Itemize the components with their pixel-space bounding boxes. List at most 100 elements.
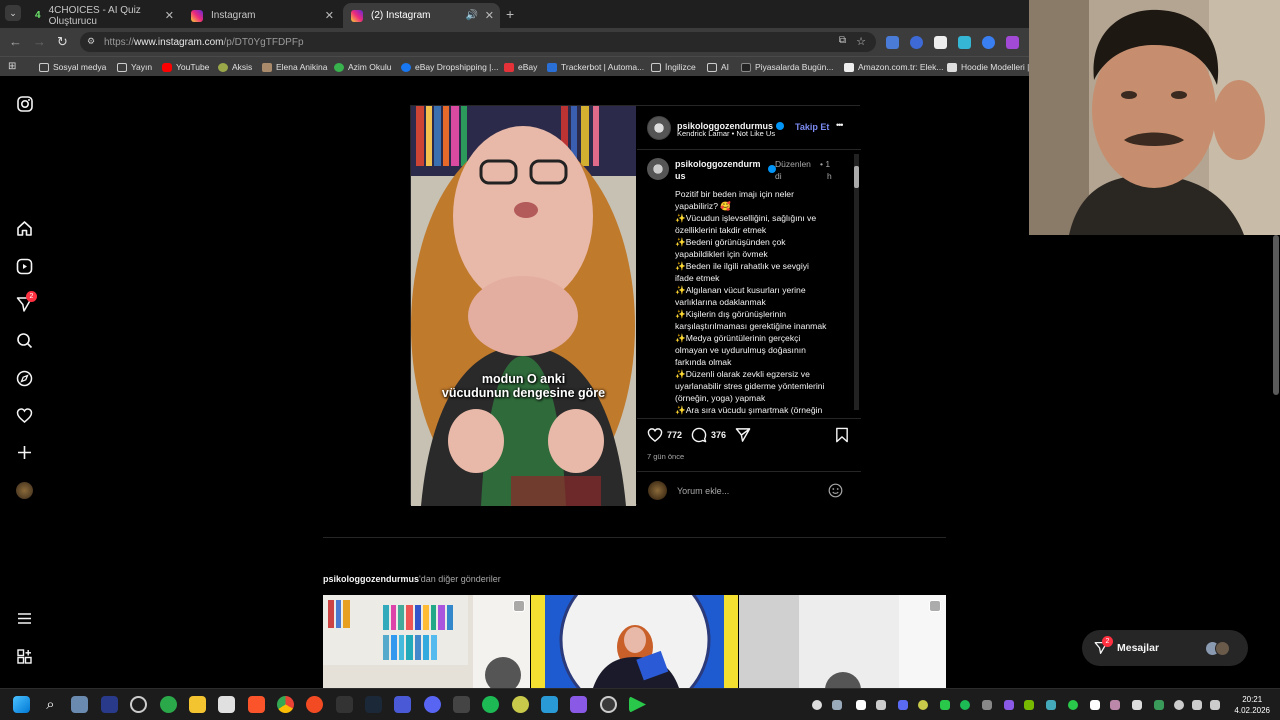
caption-avatar[interactable] xyxy=(647,158,669,180)
tab-instagram-active[interactable]: (2) Instagram 🔊 ✕ xyxy=(343,3,500,28)
bookmark-item[interactable]: İngilizce xyxy=(651,62,696,72)
like-count[interactable]: 772 xyxy=(667,430,682,440)
taskbar-app-icon[interactable] xyxy=(541,696,558,713)
instagram-logo-icon[interactable] xyxy=(16,96,33,113)
taskbar-clock[interactable]: 20:21 4.02.2026 xyxy=(1234,694,1270,716)
explore-icon[interactable] xyxy=(16,370,33,387)
microphone-icon[interactable] xyxy=(1174,700,1184,710)
search-icon[interactable]: ⌕ xyxy=(42,696,59,713)
bookmark-item[interactable]: AI xyxy=(707,62,729,72)
chrome-icon[interactable] xyxy=(277,696,294,713)
share-icon[interactable] xyxy=(735,427,751,448)
back-arrow-icon[interactable]: ← xyxy=(9,34,22,49)
reels-icon[interactable] xyxy=(16,258,33,275)
taskbar-app-icon[interactable] xyxy=(101,696,118,713)
follow-button[interactable]: Takip Et xyxy=(795,122,829,132)
bookmark-item[interactable]: Elena Anikina xyxy=(262,62,328,72)
more-post-thumbnail[interactable] xyxy=(531,595,738,688)
search-icon[interactable] xyxy=(16,332,33,349)
like-icon[interactable] xyxy=(647,427,663,448)
comment-count[interactable]: 376 xyxy=(711,430,726,440)
xbox-icon[interactable] xyxy=(160,696,177,713)
comments-scrollbar[interactable] xyxy=(854,154,859,410)
tray-icon[interactable] xyxy=(1154,700,1164,710)
close-tab-icon[interactable]: ✕ xyxy=(325,9,334,22)
tray-icon[interactable] xyxy=(1090,700,1100,710)
comment-input[interactable]: Yorum ekle... xyxy=(677,486,729,496)
brave-icon[interactable] xyxy=(248,696,265,713)
profile-avatar[interactable] xyxy=(16,482,33,499)
extension-icon[interactable] xyxy=(1006,36,1019,49)
apps-grid-icon[interactable]: ⊞ xyxy=(8,61,16,72)
microsoft-store-icon[interactable] xyxy=(218,696,235,713)
discord-icon[interactable] xyxy=(424,696,441,713)
new-tab-button[interactable]: + xyxy=(506,6,514,22)
tab-list-button[interactable]: ⌄ xyxy=(5,5,21,21)
bookmark-item[interactable]: Amazon.com.tr: Elek... xyxy=(844,62,944,72)
task-view-icon[interactable] xyxy=(71,696,88,713)
more-posts-username[interactable]: psikologgozendurmus xyxy=(323,574,419,584)
tray-icon[interactable] xyxy=(1068,700,1078,710)
site-info-icon[interactable]: ⚙ xyxy=(87,36,95,47)
active-browser-icon[interactable] xyxy=(600,696,617,713)
address-bar[interactable]: ⚙ https:// www.instagram.com /p/DT0YgTFD… xyxy=(80,32,876,52)
forward-arrow-icon[interactable]: → xyxy=(33,34,46,49)
translate-extension-icon[interactable] xyxy=(886,36,899,49)
taskbar-app-icon[interactable] xyxy=(512,696,529,713)
bookmark-item[interactable]: Piyasalarda Bugün... xyxy=(741,62,833,72)
post-video[interactable]: modun O anki vücudunun dengesine göre xyxy=(411,106,636,506)
page-scrollbar-thumb[interactable] xyxy=(1273,235,1279,395)
spotify-tray-icon[interactable] xyxy=(960,700,970,710)
comment-icon[interactable] xyxy=(691,427,707,448)
caption-username[interactable]: psikologgozendurm xyxy=(675,158,761,170)
bookmark-item[interactable]: eBay Dropshipping |... xyxy=(401,62,498,72)
tray-icon[interactable] xyxy=(812,700,822,710)
tray-icon[interactable] xyxy=(898,700,908,710)
nvidia-tray-icon[interactable] xyxy=(1024,700,1034,710)
tab-instagram[interactable]: Instagram ✕ xyxy=(183,3,340,28)
bookmark-item[interactable]: Hoodie Modelleri | xyxy=(947,62,1029,72)
caption-username-continued[interactable]: us xyxy=(675,170,761,182)
taskbar-app-icon[interactable] xyxy=(394,696,411,713)
tray-icon[interactable] xyxy=(832,700,842,710)
file-explorer-icon[interactable] xyxy=(189,696,206,713)
save-icon[interactable] xyxy=(835,427,849,448)
author-avatar[interactable] xyxy=(647,116,671,140)
page-scrollbar[interactable] xyxy=(1272,235,1280,688)
bookmark-item[interactable]: Trackerbot | Automa... xyxy=(547,62,644,72)
extension-icon[interactable] xyxy=(958,36,971,49)
tray-icon[interactable] xyxy=(876,700,886,710)
tray-icon[interactable] xyxy=(1132,700,1142,710)
bookmark-item[interactable]: Azim Okulu xyxy=(334,62,391,72)
more-post-thumbnail[interactable] xyxy=(323,595,530,688)
extension-icon[interactable] xyxy=(982,36,995,49)
audio-track[interactable]: Kendrick Lamar • Not Like Us xyxy=(677,129,775,138)
bookmark-item[interactable]: YouTube xyxy=(162,62,209,72)
home-icon[interactable] xyxy=(16,220,33,237)
messages-icon[interactable]: 2 xyxy=(16,291,37,313)
tray-icon[interactable] xyxy=(918,700,928,710)
close-tab-icon[interactable]: ✕ xyxy=(485,9,494,22)
taskbar-app-icon[interactable] xyxy=(570,696,587,713)
start-menu-icon[interactable] xyxy=(13,696,30,713)
scrollbar-thumb[interactable] xyxy=(854,166,859,188)
also-from-meta-icon[interactable] xyxy=(16,648,33,665)
taskbar-app-icon[interactable] xyxy=(130,696,147,713)
volume-icon[interactable] xyxy=(1210,700,1220,710)
taskbar-app-icon[interactable] xyxy=(629,696,646,713)
bookmark-item[interactable]: eBay xyxy=(504,62,537,72)
steam-icon[interactable] xyxy=(365,696,382,713)
bookmark-item[interactable]: Aksis xyxy=(218,62,252,72)
extension-icon[interactable] xyxy=(910,36,923,49)
tray-icon[interactable] xyxy=(856,700,866,710)
menu-icon[interactable] xyxy=(16,610,33,627)
extension-icon[interactable] xyxy=(934,36,947,49)
network-icon[interactable] xyxy=(1192,700,1202,710)
more-post-thumbnail[interactable] xyxy=(739,595,946,688)
more-options-icon[interactable]: ••• xyxy=(836,120,844,130)
tray-icon[interactable] xyxy=(1110,700,1120,710)
taskbar-app-icon[interactable] xyxy=(453,696,470,713)
speaker-icon[interactable]: 🔊 xyxy=(466,10,478,21)
tray-icon[interactable] xyxy=(940,700,950,710)
create-icon[interactable] xyxy=(16,444,33,461)
